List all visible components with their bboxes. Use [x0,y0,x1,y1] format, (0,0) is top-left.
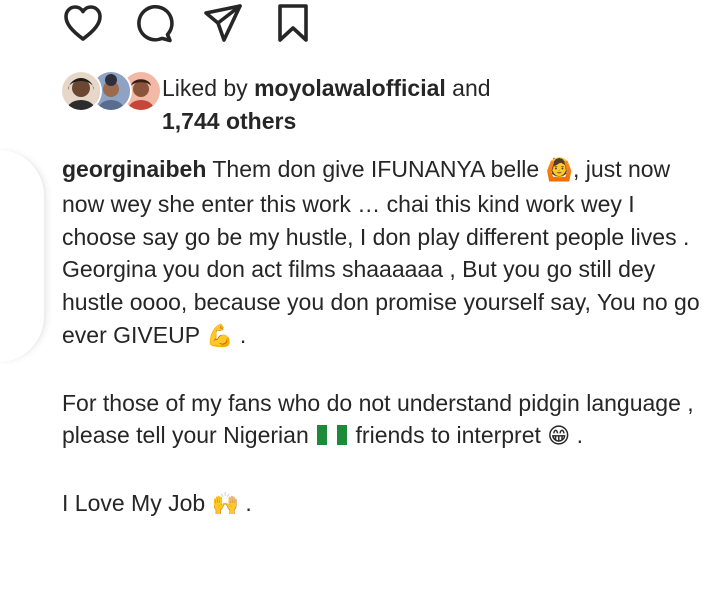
post-caption: georginaibeh Them don give IFUNANYA bell… [62,153,702,522]
caption-paragraph: For those of my fans who do not understa… [62,387,702,455]
save-button[interactable] [270,0,316,46]
side-drawer-handle[interactable] [0,150,46,362]
avatar [60,70,102,112]
paper-plane-icon [204,4,242,42]
caption-text: . [233,321,247,348]
caption-text: . [570,422,584,449]
bookmark-icon [278,4,308,42]
flexed-biceps-emoji-icon: 💪 [206,323,234,349]
share-button[interactable] [200,0,246,46]
likes-text: Liked by moyolawalofficial and 1,744 oth… [162,72,491,138]
likes-count-link[interactable]: 1,744 others [162,108,296,134]
caption-text: Them don give IFUNANYA belle [206,156,546,182]
caption-paragraph: Georgina you don act films shaaaaaa , Bu… [62,253,702,353]
liker-avatars[interactable] [60,70,162,112]
likes-summary: Liked by moyolawalofficial and 1,744 oth… [60,70,491,136]
likes-prefix: Liked by [162,75,255,101]
like-button[interactable] [60,0,106,46]
caption-text: I Love My Job [62,489,212,516]
caption-text: Georgina you don act films shaaaaaa , Bu… [62,256,700,348]
caption-text: friends to interpret [349,422,548,449]
grinning-face-emoji-icon: 😁 [547,424,571,450]
nigeria-flag-icon [317,421,348,446]
heart-outline-icon [64,5,102,41]
liker-username-link[interactable]: moyolawalofficial [254,75,446,101]
comment-button[interactable] [130,0,176,46]
woman-gesturing-ok-emoji-icon: 🙆 [545,158,574,183]
caption-paragraph: I Love My Job 🙌 . [62,487,702,522]
comment-bubble-icon [137,5,174,43]
likes-and: and [445,75,491,101]
caption-text: . [238,489,252,516]
raising-hands-emoji-icon: 🙌 [211,491,239,517]
post-action-bar [60,0,340,46]
caption-username-link[interactable]: georginaibeh [62,156,206,182]
caption-paragraph: georginaibeh Them don give IFUNANYA bell… [62,153,702,253]
